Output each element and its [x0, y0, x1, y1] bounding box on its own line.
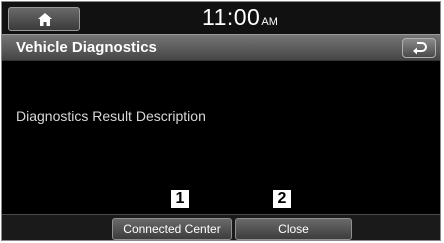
clock-ampm: AM — [261, 16, 278, 28]
status-bar: 11:00AM — [2, 2, 440, 34]
title-bar: Vehicle Diagnostics — [2, 34, 440, 61]
clock-time: 11:00 — [202, 4, 261, 30]
screen-frame: 11:00AM Vehicle Diagnostics Diagnostics … — [1, 1, 441, 241]
close-button[interactable]: Close — [235, 218, 352, 240]
back-arrow-icon — [413, 42, 427, 55]
home-icon — [38, 13, 52, 26]
home-button[interactable] — [8, 7, 80, 31]
bottom-button-bar: Connected Center Close — [2, 214, 440, 240]
callout-marker-1: 1 — [170, 189, 190, 209]
page-title: Vehicle Diagnostics — [16, 39, 157, 56]
back-button[interactable] — [402, 38, 436, 58]
diagnostics-result-description: Diagnostics Result Description — [16, 108, 206, 124]
clock: 11:00AM — [202, 4, 278, 31]
callout-marker-2: 2 — [272, 189, 292, 209]
content-area: Diagnostics Result Description — [2, 61, 440, 211]
connected-center-button[interactable]: Connected Center — [112, 218, 232, 240]
